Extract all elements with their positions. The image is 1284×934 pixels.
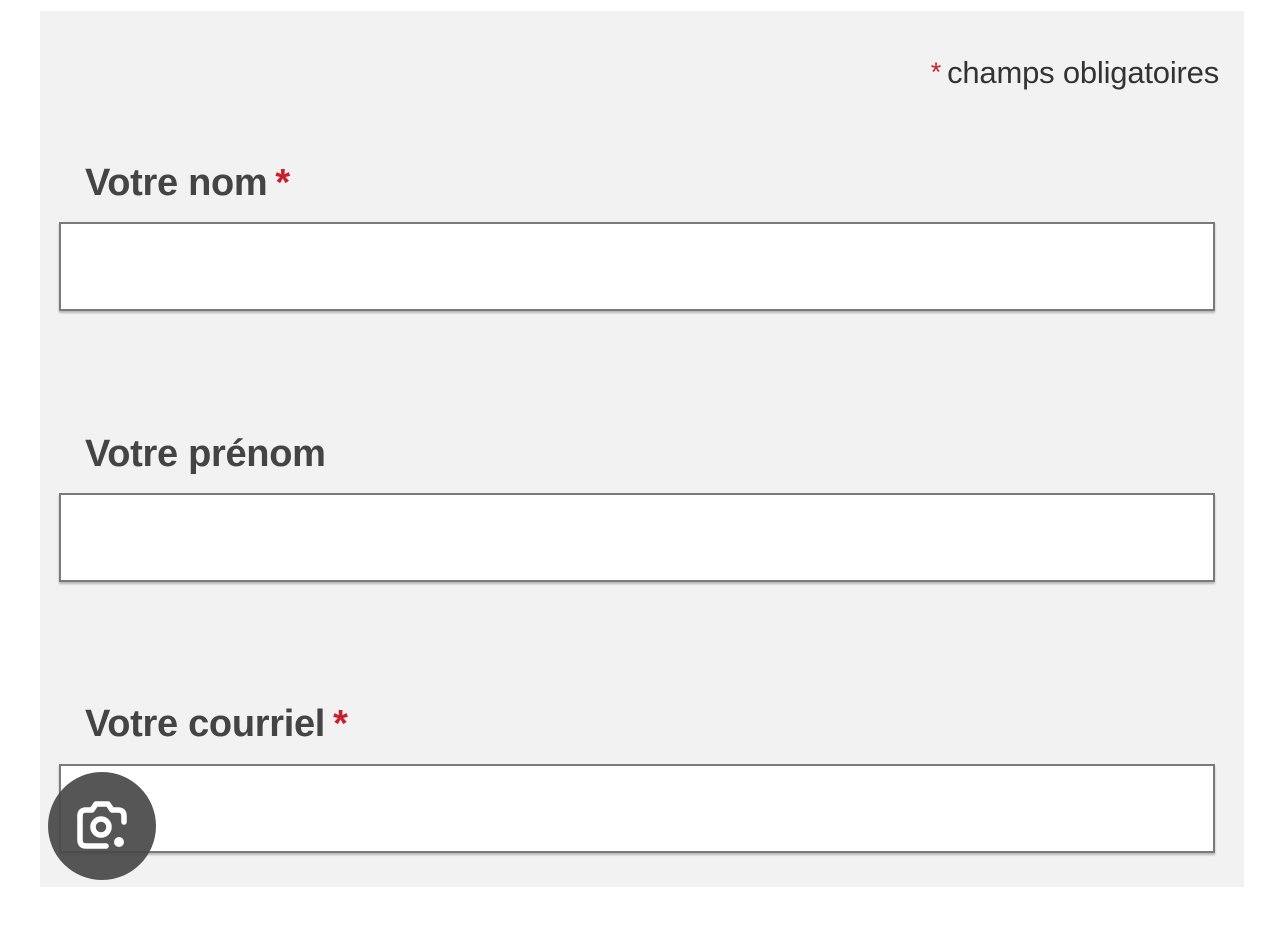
required-fields-note: * champs obligatoires [931, 55, 1219, 91]
email-field-label: Votre courriel * [85, 703, 348, 746]
first-name-input[interactable] [59, 493, 1215, 582]
name-required-marker: * [275, 162, 290, 204]
required-marker: * [930, 57, 942, 87]
email-input[interactable] [59, 764, 1215, 853]
contact-form-panel: * champs obligatoires Votre nom * Votre pr… [40, 11, 1244, 887]
required-note-text: champs obligatoires [947, 55, 1219, 90]
first-name-field-label: Votre prénom [85, 433, 326, 476]
name-input[interactable] [59, 222, 1215, 311]
email-required-marker: * [333, 703, 348, 745]
first-name-label-text: Votre prénom [85, 433, 326, 475]
name-label-text: Votre nom [85, 162, 268, 204]
camera-lens-icon [77, 801, 127, 849]
email-label-text: Votre courriel [85, 703, 326, 745]
name-field-label: Votre nom * [85, 162, 290, 205]
visual-search-button[interactable] [48, 772, 156, 880]
